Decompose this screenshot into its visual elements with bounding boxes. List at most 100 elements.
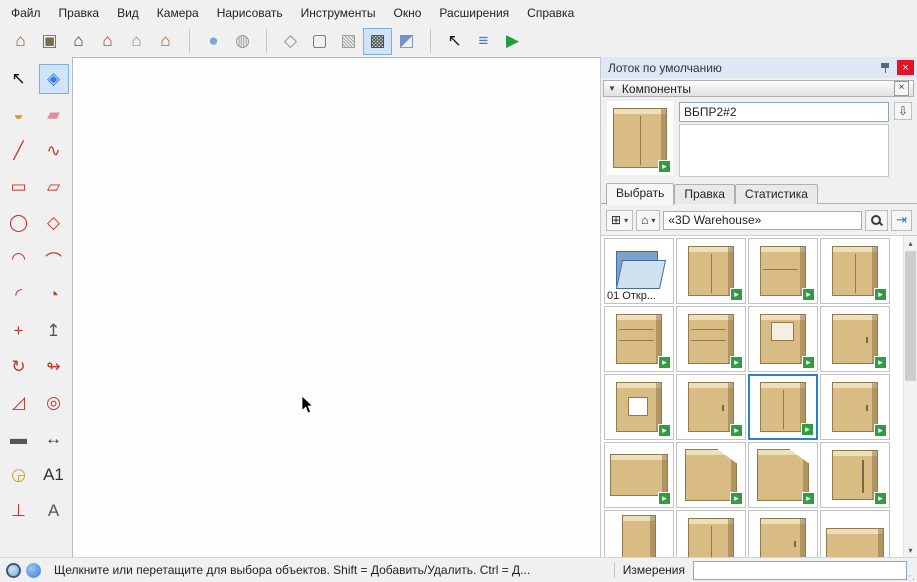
circle-tool[interactable]: ◯ bbox=[4, 208, 34, 238]
info-icon[interactable] bbox=[26, 562, 41, 578]
component-item[interactable]: ▸ bbox=[820, 306, 890, 372]
protractor-tool[interactable]: ◶ bbox=[4, 460, 34, 490]
component-name-input[interactable] bbox=[679, 102, 889, 122]
tray-header[interactable]: Лоток по умолчанию × bbox=[601, 57, 917, 78]
eraser-tool[interactable]: ▰ bbox=[39, 100, 69, 130]
component-item[interactable] bbox=[676, 510, 746, 557]
component-item[interactable]: ▸ bbox=[748, 510, 818, 557]
sink-cabinet-icon[interactable]: ⌂ bbox=[93, 28, 122, 55]
component-item[interactable] bbox=[820, 510, 890, 557]
component-item[interactable]: ▸ bbox=[604, 374, 674, 440]
freehand-tool[interactable]: ∿ bbox=[39, 136, 69, 166]
menu-edit[interactable]: Правка bbox=[50, 2, 109, 24]
tab-select[interactable]: Выбрать bbox=[606, 183, 675, 205]
tab-edit[interactable]: Правка bbox=[674, 184, 735, 204]
shaded-sphere-icon[interactable]: ● bbox=[199, 28, 228, 55]
roof-frame-icon[interactable]: ⌂ bbox=[151, 28, 180, 55]
component-item[interactable]: ▸ bbox=[676, 374, 746, 440]
wireframe-box-icon[interactable]: ▢ bbox=[305, 28, 334, 55]
component-item[interactable]: ▸ bbox=[748, 238, 818, 304]
measurements-label: Измерения bbox=[622, 563, 685, 577]
text-tool[interactable]: A1 bbox=[39, 460, 69, 490]
component-item[interactable]: ▸ bbox=[820, 238, 890, 304]
offset-tool[interactable]: ◎ bbox=[39, 388, 69, 418]
polygon-tool[interactable]: ◇ bbox=[39, 208, 69, 238]
view-options-button[interactable]: ⊞ ▾ bbox=[606, 209, 634, 231]
entity-info-icon[interactable]: ≡ bbox=[469, 28, 498, 55]
cabinet-stack-icon[interactable]: ▣ bbox=[35, 28, 64, 55]
components-section-header[interactable]: ▼ Компоненты × bbox=[603, 80, 914, 97]
pie-tool[interactable]: ◔ bbox=[39, 280, 69, 310]
component-description-box[interactable] bbox=[679, 124, 889, 177]
base-cabinet-icon[interactable]: ⌂ bbox=[64, 28, 93, 55]
hidden-line-box-icon[interactable]: ▧ bbox=[334, 28, 363, 55]
chevron-down-icon: ▾ bbox=[624, 215, 629, 225]
globe-icon[interactable] bbox=[6, 562, 21, 578]
select-cursor-icon[interactable]: ↖ bbox=[440, 28, 469, 55]
wall-cabinet-icon[interactable]: ⌂ bbox=[122, 28, 151, 55]
component-item[interactable]: ▸ bbox=[676, 306, 746, 372]
in-model-button[interactable]: ⌂ ▾ bbox=[636, 209, 661, 231]
rotate-tool[interactable]: ↻ bbox=[4, 352, 34, 382]
xray-box-icon[interactable]: ◇ bbox=[276, 28, 305, 55]
line-tool[interactable]: ╱ bbox=[4, 136, 34, 166]
select-tool[interactable]: ↖ bbox=[4, 64, 34, 94]
follow-me-tool[interactable]: ↬ bbox=[39, 352, 69, 382]
component-item[interactable]: ▸ bbox=[604, 306, 674, 372]
arc-tool[interactable]: ◠ bbox=[4, 244, 34, 274]
scroll-down-icon[interactable]: ▾ bbox=[904, 543, 917, 557]
secondary-pane-button[interactable]: ⇩ bbox=[894, 102, 912, 120]
menu-camera[interactable]: Камера bbox=[148, 2, 208, 24]
chevron-down-icon[interactable]: ▼ bbox=[608, 84, 616, 93]
menu-window[interactable]: Окно bbox=[384, 2, 430, 24]
menu-file[interactable]: Файл bbox=[2, 2, 50, 24]
dimension-tool[interactable]: ↔ bbox=[39, 424, 69, 454]
pin-icon[interactable] bbox=[880, 61, 891, 74]
two-point-arc-tool[interactable]: ⌒ bbox=[39, 244, 69, 274]
paint-bucket-tool[interactable]: ◒ bbox=[4, 100, 34, 130]
scale-tool[interactable]: ◿ bbox=[4, 388, 34, 418]
warehouse-search-input[interactable] bbox=[663, 210, 863, 230]
tape-measure-tool[interactable]: ▬ bbox=[4, 424, 34, 454]
component-item[interactable]: ▸ bbox=[748, 306, 818, 372]
measurements-input[interactable] bbox=[693, 560, 907, 580]
component-item[interactable]: ▸ bbox=[676, 442, 746, 508]
component-item[interactable]: ▸ bbox=[820, 442, 890, 508]
tray-close-button[interactable]: × bbox=[897, 60, 914, 75]
advanced-search-button[interactable]: ⇥ bbox=[891, 209, 912, 231]
menu-extensions[interactable]: Расширения bbox=[430, 2, 518, 24]
tab-statistics[interactable]: Статистика bbox=[734, 184, 818, 204]
component-item[interactable]: ▸ bbox=[820, 374, 890, 440]
menu-tools[interactable]: Инструменты bbox=[292, 2, 385, 24]
section-close-button[interactable]: × bbox=[894, 81, 909, 96]
search-button[interactable] bbox=[865, 209, 889, 231]
component-item[interactable]: ▸ bbox=[748, 374, 818, 440]
move-tool[interactable]: + bbox=[4, 316, 34, 346]
rectangle-tool[interactable]: ▭ bbox=[4, 172, 34, 202]
menu-draw[interactable]: Нарисовать bbox=[208, 2, 292, 24]
push-pull-tool[interactable]: ↥ bbox=[39, 316, 69, 346]
canvas[interactable] bbox=[72, 57, 600, 557]
component-item[interactable] bbox=[604, 510, 674, 557]
wireframe-sphere-icon[interactable]: ◍ bbox=[228, 28, 257, 55]
scroll-up-icon[interactable]: ▴ bbox=[904, 236, 917, 250]
menu-help[interactable]: Справка bbox=[518, 2, 583, 24]
rotated-rectangle-tool[interactable]: ▱ bbox=[39, 172, 69, 202]
component-item[interactable]: ▸ bbox=[604, 442, 674, 508]
make-component-tool[interactable]: ◈ bbox=[38, 64, 69, 94]
roof-tool-icon[interactable]: ⌂ bbox=[6, 28, 35, 55]
dynamic-component-badge-icon: ▸ bbox=[658, 424, 671, 437]
vertical-scrollbar[interactable]: ▴ ▾ bbox=[903, 236, 917, 557]
menu-view[interactable]: Вид bbox=[108, 2, 148, 24]
component-item[interactable]: ▸ bbox=[748, 442, 818, 508]
component-preview-thumbnail: ▸ bbox=[607, 101, 673, 175]
component-item[interactable]: ▸ bbox=[676, 238, 746, 304]
scrollbar-thumb[interactable] bbox=[905, 251, 916, 381]
monochrome-box-icon[interactable]: ◩ bbox=[392, 28, 421, 55]
3d-text-tool[interactable]: A bbox=[39, 496, 69, 526]
axes-tool[interactable]: ⊥ bbox=[4, 496, 34, 526]
three-point-arc-tool[interactable]: ◜ bbox=[4, 280, 34, 310]
run-extension-icon[interactable]: ▶ bbox=[498, 28, 527, 55]
shaded-textures-box-icon[interactable]: ▩ bbox=[363, 27, 392, 55]
component-folder[interactable]: 01 Откр... bbox=[604, 238, 674, 304]
